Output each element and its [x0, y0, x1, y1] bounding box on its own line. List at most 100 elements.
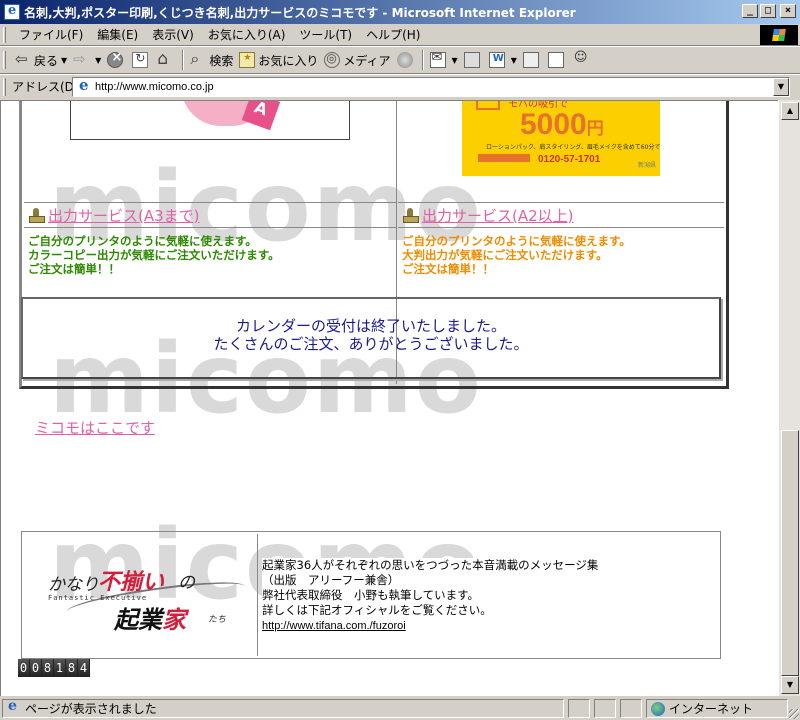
- menu-view[interactable]: 表示(V): [145, 26, 201, 44]
- vertical-scrollbar[interactable]: ▲ ▼: [778, 100, 800, 696]
- book-line: 起業家36人がそれぞれの思いをつづった本音満載のメッセージ集: [262, 558, 599, 573]
- status-message: ページが表示されました: [25, 702, 157, 716]
- address-dropdown-button[interactable]: ▼: [773, 78, 789, 96]
- mail-button[interactable]: ▼: [427, 49, 461, 71]
- favorites-icon: [239, 52, 256, 68]
- ie-icon: [4, 3, 20, 20]
- logo-text: の: [178, 573, 195, 593]
- menu-tools[interactable]: ツール(T): [292, 26, 359, 44]
- internet-globe-icon: [651, 701, 665, 716]
- windows-logo-icon: [760, 25, 798, 45]
- desc-line: カラーコピー出力が気軽にご注文いただけます。: [28, 248, 280, 262]
- home-icon: [157, 49, 173, 69]
- close-button[interactable]: ×: [780, 4, 796, 18]
- messenger-button[interactable]: [570, 49, 595, 71]
- calendar-notice-box: カレンダーの受付は終了いたしました。 たくさんのご注文、ありがとうございました。: [21, 297, 721, 379]
- discuss-button[interactable]: [520, 49, 545, 71]
- book-logo-cell: かなり 不揃い の Fantastic Executive 起業家 たち: [24, 534, 258, 656]
- menu-help[interactable]: ヘルプ(H): [359, 26, 427, 44]
- favorites-button[interactable]: お気に入り: [236, 49, 321, 71]
- edit-button[interactable]: ▼: [486, 49, 520, 71]
- counter-digit: 4: [78, 659, 90, 677]
- menu-favorites[interactable]: お気に入り(A): [201, 26, 293, 44]
- counter-digit: 0: [18, 659, 30, 677]
- book-logo-image[interactable]: かなり 不揃い の Fantastic Executive 起業家 たち: [48, 564, 247, 634]
- search-button[interactable]: 検索: [187, 49, 236, 71]
- book-description: 起業家36人がそれぞれの思いをつづった本音満載のメッセージ集 （出版 アリーフー…: [262, 558, 599, 634]
- print-icon: [463, 52, 480, 68]
- counter-digit: 1: [54, 659, 66, 677]
- notice-line-2: たくさんのご注文、ありがとうございました。: [213, 335, 529, 353]
- minimize-button[interactable]: _: [742, 4, 758, 18]
- standard-toolbar: 戻る ▼ ▼ 検索 お気に入り メディア ▼ ▼: [0, 46, 800, 74]
- a2-service-description: ご自分のプリンタのように気軽に使えます。 大判出力が気軽にご注文いただけます。 …: [402, 234, 631, 276]
- page-content: 出力サービス(A3まで) ご自分のプリンタのように気軽に使えます。 カラーコピー…: [1, 101, 778, 696]
- forward-dropdown-icon[interactable]: ▼: [95, 56, 101, 65]
- scroll-thumb[interactable]: [781, 430, 799, 676]
- scroll-up-button[interactable]: ▲: [781, 102, 799, 120]
- book-line: （出版 アリーフー兼舎）: [262, 573, 599, 588]
- toolbar-grip[interactable]: [3, 51, 6, 69]
- back-arrow-icon: [15, 50, 31, 68]
- logo-text: かなり: [48, 575, 99, 595]
- discuss-icon: [522, 52, 539, 68]
- address-input[interactable]: http://www.micomo.co.jp ▼: [72, 76, 790, 97]
- page-icon: [76, 76, 92, 95]
- history-button[interactable]: [394, 49, 419, 71]
- desc-line: ご注文は簡単！！: [402, 262, 494, 276]
- refresh-button[interactable]: [129, 49, 154, 71]
- media-label: メディア: [343, 53, 391, 68]
- a3-service-link[interactable]: 出力サービス(A3まで): [48, 205, 200, 226]
- a3-product-image[interactable]: [70, 101, 350, 140]
- book-promo-box: かなり 不揃い の Fantastic Executive 起業家 たち 起業家…: [21, 531, 721, 659]
- book-line: 詳しくは下記オフィシャルをご覧ください。: [262, 603, 599, 618]
- access-counter: 0 0 8 1 8 4: [18, 659, 90, 677]
- address-url[interactable]: http://www.micomo.co.jp: [95, 81, 214, 93]
- toolbar-separator: [182, 50, 185, 70]
- status-pane: [594, 699, 616, 718]
- desc-line: ご自分のプリンタのように気軽に使えます。: [28, 234, 257, 248]
- location-map-link[interactable]: ミコモはここです: [35, 417, 155, 438]
- a2-product-ad-image[interactable]: モバの吸引で 5000円 ローションパック、肩スタイリング、眉毛メイクを含めて6…: [462, 101, 660, 176]
- window-title: 名刺,大判,ポスター印刷,くじつき名刺,出力サービスのミコモです - Micro…: [24, 5, 576, 20]
- resize-grip[interactable]: [789, 709, 799, 719]
- home-button[interactable]: [154, 49, 179, 71]
- status-pane: [568, 699, 590, 718]
- status-pane: [620, 699, 642, 718]
- a2-service-link[interactable]: 出力サービス(A2以上): [422, 205, 574, 226]
- research-button[interactable]: [545, 49, 570, 71]
- messenger-icon: [573, 50, 589, 68]
- pink-tag: [241, 101, 281, 131]
- menu-edit[interactable]: 編集(E): [90, 26, 145, 44]
- zone-label: インターネット: [669, 702, 754, 716]
- counter-digit: 8: [42, 659, 54, 677]
- media-button[interactable]: メディア: [321, 49, 393, 71]
- page-viewport: micomo micomo micomo 出力サービス(A3まで) ご自分のプリ…: [0, 100, 778, 696]
- desc-line: 大判出力が気軽にご注文いただけます。: [402, 248, 608, 262]
- forward-button[interactable]: ▼: [70, 49, 104, 71]
- mail-dropdown-icon[interactable]: ▼: [452, 56, 458, 65]
- back-label: 戻る: [34, 53, 59, 68]
- security-zone-pane: インターネット: [646, 699, 788, 718]
- scroll-down-button[interactable]: ▼: [781, 676, 799, 694]
- forward-arrow-icon: [73, 50, 89, 68]
- print-button[interactable]: [461, 49, 486, 71]
- counter-digit: 0: [30, 659, 42, 677]
- status-message-pane: ページが表示されました: [2, 698, 564, 718]
- ad-price: 5000円: [520, 108, 604, 141]
- back-dropdown-icon[interactable]: ▼: [61, 56, 67, 65]
- address-grip[interactable]: [3, 78, 6, 96]
- menu-file[interactable]: ファイル(F): [12, 26, 90, 44]
- logo-text: 不揃い: [98, 569, 165, 595]
- ad-small-text: ローションパック、肩スタイリング、眉毛メイクを含めて60分です: [486, 144, 660, 151]
- back-button[interactable]: 戻る ▼: [12, 49, 70, 71]
- edit-dropdown-icon[interactable]: ▼: [511, 56, 517, 65]
- printer-stamp-icon: [28, 207, 45, 223]
- maximize-button[interactable]: □: [760, 4, 776, 18]
- menu-grip[interactable]: [3, 27, 6, 43]
- edit-icon: [488, 52, 505, 68]
- printer-stamp-icon: [402, 207, 419, 223]
- address-label: アドレス(D): [12, 80, 79, 94]
- stop-button[interactable]: [104, 49, 129, 71]
- book-official-link[interactable]: http://www.tifana.com./fuzoroi: [262, 620, 406, 632]
